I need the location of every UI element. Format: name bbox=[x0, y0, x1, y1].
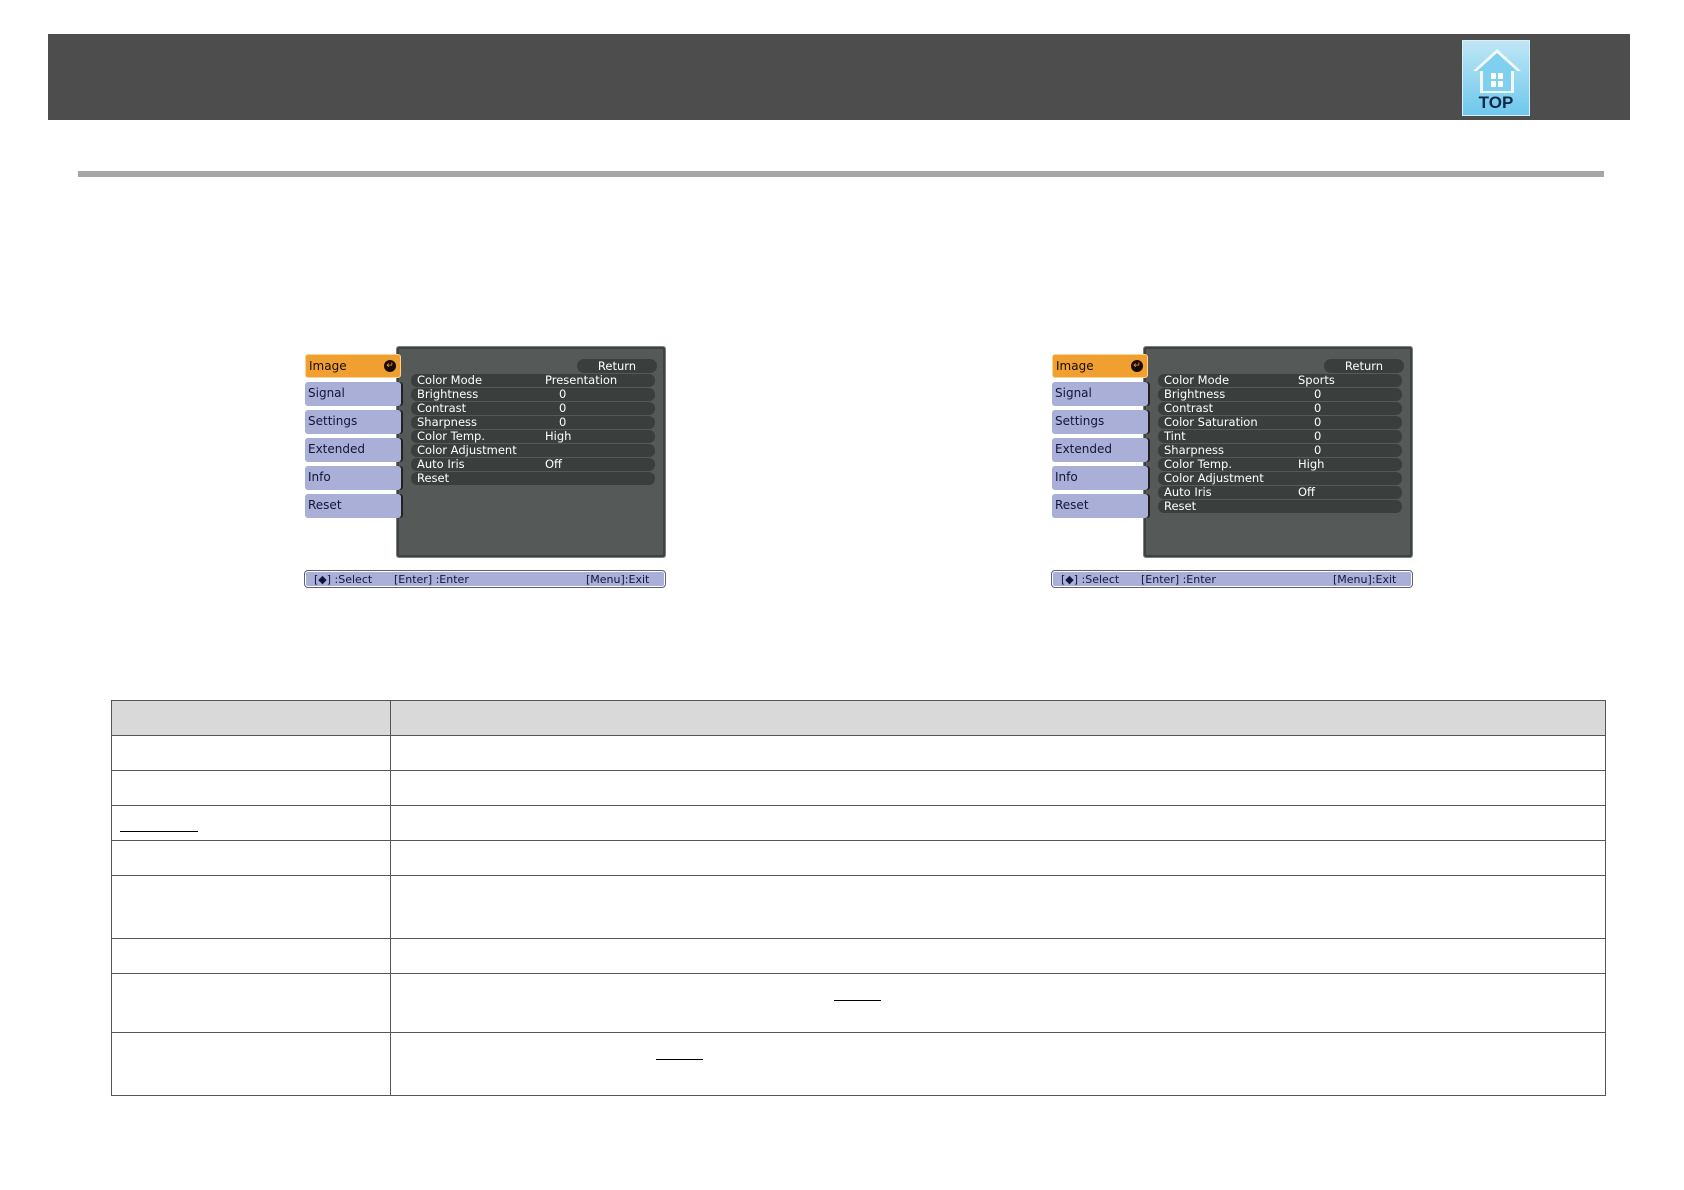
row-value: Off bbox=[1298, 485, 1315, 499]
tab-image[interactable]: Image ↵ bbox=[1052, 354, 1148, 378]
menu-row-color-adjustment[interactable]: Color Adjustment bbox=[1158, 472, 1402, 485]
status-exit: [Menu]:Exit bbox=[1333, 573, 1397, 586]
menu-row-color-temp[interactable]: Color Temp. High bbox=[1158, 458, 1402, 471]
table-row bbox=[111, 973, 1606, 1033]
section-rule bbox=[78, 171, 1604, 177]
row-value: 0 bbox=[1314, 401, 1322, 415]
top-button-label: TOP bbox=[1478, 93, 1514, 112]
row-value: 0 bbox=[1314, 387, 1322, 401]
tab-signal[interactable]: Signal bbox=[1052, 382, 1148, 406]
row-value: 0 bbox=[1314, 429, 1322, 443]
table-row bbox=[111, 805, 1606, 841]
table-row bbox=[111, 1032, 1606, 1096]
menu-row-sharpness[interactable]: Sharpness 0 bbox=[411, 416, 655, 429]
menu-row-brightness[interactable]: Brightness 0 bbox=[411, 388, 655, 401]
menu-row-brightness[interactable]: Brightness 0 bbox=[1158, 388, 1402, 401]
tab-reset[interactable]: Reset bbox=[305, 494, 401, 518]
status-enter: [Enter] :Enter bbox=[1141, 573, 1216, 586]
row-value: 0 bbox=[559, 415, 567, 429]
row-value: 0 bbox=[559, 387, 567, 401]
row-value: Presentation bbox=[545, 373, 618, 387]
table-cell bbox=[111, 1032, 391, 1096]
tab-info[interactable]: Info bbox=[1052, 466, 1148, 490]
table-cell bbox=[390, 938, 1606, 974]
row-value: High bbox=[545, 429, 572, 443]
table-cell bbox=[390, 1032, 1606, 1096]
underline-mark bbox=[834, 1000, 881, 1001]
menu-row-color-adjustment[interactable]: Color Adjustment bbox=[411, 444, 655, 457]
table-cell bbox=[390, 770, 1606, 806]
row-value: High bbox=[1298, 457, 1325, 471]
status-select: [◆] :Select bbox=[314, 573, 373, 586]
menu-row-color-mode[interactable]: Color Mode Sports bbox=[1158, 374, 1402, 387]
table-cell bbox=[390, 875, 1606, 939]
tab-image[interactable]: Image ↵ bbox=[305, 354, 401, 378]
enter-icon: ↵ bbox=[1131, 360, 1143, 372]
menu-row-color-saturation[interactable]: Color Saturation 0 bbox=[1158, 416, 1402, 429]
table-row bbox=[111, 938, 1606, 974]
menu-row-sharpness[interactable]: Sharpness 0 bbox=[1158, 444, 1402, 457]
row-value: 0 bbox=[1314, 443, 1322, 457]
enter-icon: ↵ bbox=[384, 360, 396, 372]
table-cell bbox=[111, 805, 391, 841]
return-item[interactable]: Return bbox=[577, 359, 657, 373]
table-cell bbox=[111, 938, 391, 974]
table-cell bbox=[390, 840, 1606, 876]
status-exit: [Menu]:Exit bbox=[586, 573, 650, 586]
table-row bbox=[111, 875, 1606, 939]
tab-info[interactable]: Info bbox=[305, 466, 401, 490]
menu-row-reset[interactable]: Reset bbox=[411, 472, 655, 485]
table-cell bbox=[111, 840, 391, 876]
status-enter: [Enter] :Enter bbox=[394, 573, 469, 586]
row-value: 0 bbox=[1314, 415, 1322, 429]
table-header-cell bbox=[390, 700, 1606, 736]
table-cell bbox=[111, 973, 391, 1033]
tab-signal[interactable]: Signal bbox=[305, 382, 401, 406]
menu-row-auto-iris[interactable]: Auto Iris Off bbox=[1158, 486, 1402, 499]
table-header-cell bbox=[111, 700, 391, 736]
tab-reset[interactable]: Reset bbox=[1052, 494, 1148, 518]
osd-menu-presentation: Return Color Mode Presentation Brightness… bbox=[304, 346, 666, 588]
menu-row-auto-iris[interactable]: Auto Iris Off bbox=[411, 458, 655, 471]
table-cell bbox=[390, 973, 1606, 1033]
menu-row-contrast[interactable]: Contrast 0 bbox=[411, 402, 655, 415]
row-value: Off bbox=[545, 457, 562, 471]
osd-panel: Return Color Mode Presentation Brightness… bbox=[396, 346, 666, 558]
osd-status-bar: [◆] :Select [Enter] :Enter [Menu]:Exit bbox=[304, 570, 666, 588]
home-icon bbox=[1473, 49, 1521, 93]
osd-status-bar: [◆] :Select [Enter] :Enter [Menu]:Exit bbox=[1051, 570, 1413, 588]
settings-table bbox=[111, 700, 1606, 1096]
menu-row-reset[interactable]: Reset bbox=[1158, 500, 1402, 513]
table-cell bbox=[111, 770, 391, 806]
tab-settings[interactable]: Settings bbox=[305, 410, 401, 434]
table-cell bbox=[111, 875, 391, 939]
tab-extended[interactable]: Extended bbox=[305, 438, 401, 462]
osd-panel: Return Color Mode Sports Brightness 0 Cont… bbox=[1143, 346, 1413, 558]
underline-mark bbox=[120, 831, 198, 832]
table-header-row bbox=[111, 700, 1606, 736]
menu-row-color-mode[interactable]: Color Mode Presentation bbox=[411, 374, 655, 387]
row-value: Sports bbox=[1298, 373, 1335, 387]
row-value: 0 bbox=[559, 401, 567, 415]
status-select: [◆] :Select bbox=[1061, 573, 1120, 586]
menu-row-contrast[interactable]: Contrast 0 bbox=[1158, 402, 1402, 415]
menu-row-tint[interactable]: Tint 0 bbox=[1158, 430, 1402, 443]
menu-row-color-temp[interactable]: Color Temp. High bbox=[411, 430, 655, 443]
return-item[interactable]: Return bbox=[1324, 359, 1404, 373]
top-button[interactable]: TOP bbox=[1462, 40, 1530, 116]
table-cell bbox=[390, 735, 1606, 771]
table-row bbox=[111, 840, 1606, 876]
table-cell bbox=[111, 735, 391, 771]
page-header-bar bbox=[48, 34, 1630, 120]
table-row bbox=[111, 770, 1606, 806]
tab-extended[interactable]: Extended bbox=[1052, 438, 1148, 462]
table-row bbox=[111, 735, 1606, 771]
osd-menu-sports: Return Color Mode Sports Brightness 0 Cont… bbox=[1051, 346, 1413, 588]
table-cell bbox=[390, 805, 1606, 841]
tab-settings[interactable]: Settings bbox=[1052, 410, 1148, 434]
underline-mark bbox=[656, 1059, 703, 1060]
